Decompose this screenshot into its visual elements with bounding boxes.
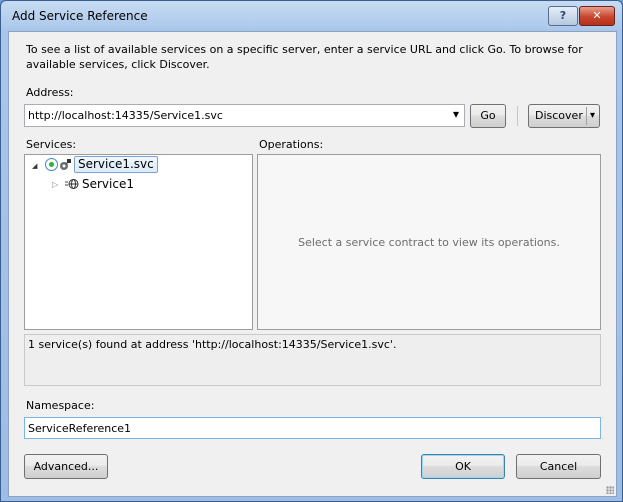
- services-tree[interactable]: ◢ Service1.svc ▷ Service1: [24, 154, 253, 330]
- dialog-client-area: To see a list of available services on a…: [8, 31, 617, 497]
- discover-dropdown-icon[interactable]: ▾: [590, 105, 595, 127]
- advanced-label: Advanced...: [33, 460, 99, 473]
- status-message: 1 service(s) found at address 'http://lo…: [28, 338, 397, 351]
- operations-placeholder: Select a service contract to view its op…: [298, 236, 560, 249]
- address-dropdown-icon[interactable]: ▾: [453, 107, 459, 121]
- go-label: Go: [480, 109, 496, 122]
- namespace-label: Namespace:: [26, 399, 95, 412]
- status-radio-icon: [45, 158, 58, 171]
- cancel-label: Cancel: [539, 460, 578, 473]
- ok-label: OK: [455, 460, 471, 473]
- address-input[interactable]: http://localhost:14335/Service1.svc: [28, 108, 223, 123]
- cancel-button[interactable]: Cancel: [516, 454, 601, 479]
- separator: [517, 106, 518, 126]
- discover-button[interactable]: Discover ▾: [528, 104, 600, 128]
- tree-item-label: Service1.svc: [74, 156, 158, 173]
- discover-split-divider: [586, 107, 587, 125]
- namespace-input[interactable]: ServiceReference1: [24, 417, 601, 439]
- tree-item-label: Service1: [82, 177, 134, 191]
- close-button[interactable]: ✕: [579, 6, 615, 26]
- operations-label: Operations:: [259, 138, 324, 151]
- close-icon: ✕: [592, 9, 602, 22]
- ok-button[interactable]: OK: [421, 454, 505, 479]
- address-combobox[interactable]: http://localhost:14335/Service1.svc ▾: [24, 104, 465, 127]
- globe-icon: [65, 178, 79, 190]
- resize-grip[interactable]: [606, 486, 614, 494]
- address-label: Address:: [26, 86, 74, 99]
- status-box: 1 service(s) found at address 'http://lo…: [24, 334, 601, 386]
- operations-list[interactable]: Select a service contract to view its op…: [257, 154, 601, 330]
- collapse-toggle-icon[interactable]: ◢: [32, 159, 37, 174]
- question-icon: ?: [559, 9, 567, 22]
- intro-text: To see a list of available services on a…: [26, 43, 583, 71]
- window-title: Add Service Reference: [12, 9, 148, 23]
- services-label: Services:: [26, 138, 77, 151]
- advanced-button[interactable]: Advanced...: [24, 454, 108, 479]
- expand-toggle-icon[interactable]: ▷: [52, 177, 58, 192]
- help-button[interactable]: ?: [548, 6, 578, 26]
- go-button[interactable]: Go: [470, 104, 506, 128]
- discover-label: Discover: [535, 109, 583, 122]
- service-reference-icon: [59, 158, 72, 171]
- namespace-value: ServiceReference1: [28, 422, 132, 435]
- add-service-reference-dialog: Add Service Reference ? ✕ To see a list …: [0, 0, 623, 502]
